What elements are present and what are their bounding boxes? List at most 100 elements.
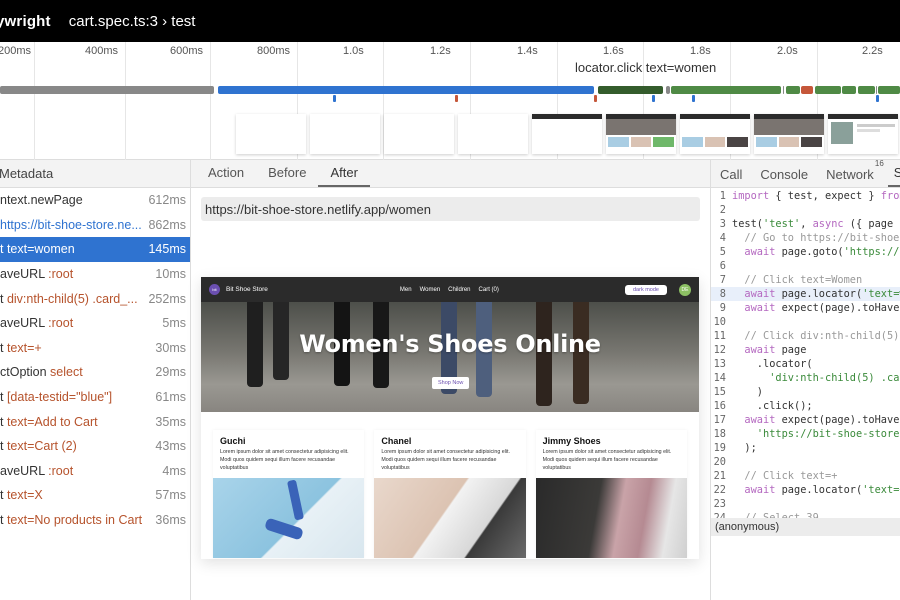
- timeline-hover-label: locator.click text=women: [575, 60, 717, 75]
- code-line: 7 // Click text=Women: [711, 273, 900, 287]
- timeline-action-bar[interactable]: [815, 86, 841, 94]
- avatar[interactable]: DE: [679, 283, 691, 296]
- action-method: t: [0, 291, 7, 306]
- timeline-action-bar[interactable]: [671, 86, 781, 94]
- code-text: .locator(: [732, 358, 813, 370]
- nav-children[interactable]: Children: [448, 287, 470, 293]
- stack-frame[interactable]: (anonymous): [711, 518, 900, 536]
- tab-network[interactable]: Network 16: [820, 160, 884, 187]
- app-title: ywright: [0, 12, 51, 30]
- action-list-item[interactable]: t text=women 145ms: [0, 237, 190, 262]
- source-code[interactable]: 1import { test, expect } from23test('tes…: [711, 188, 900, 518]
- page-snapshot[interactable]: bit Bit Shoe Store Men Women Children Ca…: [201, 277, 699, 559]
- action-list-item[interactable]: https://bit-shoe-store.ne... 862ms: [0, 213, 190, 238]
- timeline-thumbnail[interactable]: [458, 114, 528, 154]
- dark-mode-button[interactable]: dark mode: [625, 284, 667, 295]
- timeline-action-bar[interactable]: [218, 86, 594, 94]
- action-name: aveURL :root: [0, 267, 149, 281]
- timeline-thumbnail[interactable]: [680, 114, 750, 154]
- timeline-thumbnail[interactable]: [606, 114, 676, 154]
- timeline-action-bar[interactable]: [858, 86, 875, 94]
- timeline-thumbnail[interactable]: [754, 114, 824, 154]
- action-duration: 10ms: [155, 267, 186, 282]
- action-list-item[interactable]: aveURL :root 10ms: [0, 262, 190, 287]
- code-text: // Click div:nth-child(5) .: [732, 330, 900, 342]
- timeline-action-bar[interactable]: [876, 86, 877, 94]
- action-list-item[interactable]: ctOption select 29ms: [0, 360, 190, 385]
- action-list-item[interactable]: t text=No products in Cart 36ms: [0, 508, 190, 533]
- tab-before[interactable]: Before: [256, 165, 318, 187]
- tab-source[interactable]: S: [887, 165, 900, 187]
- timeline-action-bar[interactable]: [0, 86, 214, 94]
- action-duration: 30ms: [155, 340, 186, 355]
- code-line: 23: [711, 497, 900, 511]
- action-method: aveURL: [0, 463, 49, 478]
- nav-cart[interactable]: Cart (0): [479, 287, 499, 293]
- code-text: test('test', async ({ page }): [732, 218, 900, 230]
- action-name: ctOption select: [0, 365, 149, 379]
- timeline-action-bar[interactable]: [783, 86, 784, 94]
- action-list-item[interactable]: t text=Add to Cart 35ms: [0, 409, 190, 434]
- code-line: 11 // Click div:nth-child(5) .: [711, 329, 900, 343]
- timeline-action-bar[interactable]: [786, 86, 800, 94]
- timeline-thumbnail[interactable]: [236, 114, 306, 154]
- action-list-item[interactable]: t [data-testid="blue"] 61ms: [0, 385, 190, 410]
- store-name[interactable]: Bit Shoe Store: [226, 286, 268, 293]
- hero-banner: Women's Shoes Online Shop Now: [201, 302, 699, 412]
- nav-women[interactable]: Women: [420, 287, 441, 293]
- line-number: 23: [713, 498, 726, 510]
- timeline-thumbnail[interactable]: [384, 114, 454, 154]
- action-duration: 4ms: [162, 463, 186, 478]
- action-list-item[interactable]: ntext.newPage 612ms: [0, 188, 190, 213]
- action-name: aveURL :root: [0, 316, 156, 330]
- code-line: 18 'https://bit-shoe-store.n: [711, 427, 900, 441]
- action-method: https://bit-shoe-store.ne...: [0, 217, 142, 232]
- timeline-thumbnail[interactable]: [828, 114, 898, 154]
- action-list-item[interactable]: t text=Cart (2) 43ms: [0, 434, 190, 459]
- timeline-thumbnail[interactable]: [310, 114, 380, 154]
- actions-panel-header: Metadata: [0, 160, 190, 188]
- code-text: import { test, expect } from: [732, 190, 900, 202]
- action-duration: 862ms: [148, 217, 186, 232]
- timeline-action-bar[interactable]: [598, 86, 663, 94]
- action-list-item[interactable]: t div:nth-child(5) .card_... 252ms: [0, 286, 190, 311]
- timeline-action-bar[interactable]: [878, 86, 900, 94]
- action-list-item[interactable]: aveURL :root 5ms: [0, 311, 190, 336]
- tab-after[interactable]: After: [318, 165, 370, 187]
- tab-console[interactable]: Console: [754, 167, 814, 187]
- action-duration: 29ms: [155, 365, 186, 380]
- timeline-thumbnail[interactable]: [532, 114, 602, 154]
- shop-now-button[interactable]: Shop Now: [432, 377, 470, 389]
- store-logo[interactable]: bit: [209, 284, 220, 295]
- nav-men[interactable]: Men: [400, 287, 412, 293]
- line-number: 17: [713, 414, 726, 426]
- timeline-tick-label: 600ms: [170, 45, 204, 57]
- product-card[interactable]: Chanel Lorem ipsum dolor sit amet consec…: [374, 430, 526, 558]
- timeline-action-bar[interactable]: [842, 86, 856, 94]
- action-list-item[interactable]: t text=+ 30ms: [0, 336, 190, 361]
- action-method: t: [0, 340, 7, 355]
- tab-action[interactable]: Action: [196, 165, 256, 187]
- timeline-action-bar[interactable]: [801, 86, 813, 94]
- timeline-gridline: [210, 42, 211, 160]
- action-name: t text=Cart (2): [0, 439, 149, 453]
- code-text: .click();: [732, 400, 813, 412]
- product-card[interactable]: Jimmy Shoes Lorem ipsum dolor sit amet c…: [535, 430, 687, 558]
- action-list-item[interactable]: aveURL :root 4ms: [0, 459, 190, 484]
- tab-call[interactable]: Call: [714, 167, 748, 187]
- timeline[interactable]: locator.click text=women 200ms 400ms 600ms…: [0, 42, 900, 160]
- action-selector: [data-testid="blue"]: [6, 390, 113, 405]
- network-count-badge: 16: [874, 160, 884, 168]
- product-image: [213, 478, 365, 558]
- timeline-action-bar[interactable]: [666, 86, 670, 94]
- action-method: t: [0, 513, 7, 528]
- product-card[interactable]: Guchi Lorem ipsum dolor sit amet consect…: [213, 430, 365, 558]
- action-selector: :root: [48, 463, 74, 478]
- code-line: 10: [711, 315, 900, 329]
- action-list-item[interactable]: t text=X 57ms: [0, 483, 190, 508]
- metadata-tab[interactable]: Metadata: [0, 166, 53, 181]
- line-number: 13: [713, 358, 726, 370]
- action-method: t text=women: [0, 242, 75, 257]
- code-text: // Go to https://bit-shoe-s: [732, 232, 900, 244]
- store-nav-links: Men Women Children Cart (0): [400, 287, 499, 293]
